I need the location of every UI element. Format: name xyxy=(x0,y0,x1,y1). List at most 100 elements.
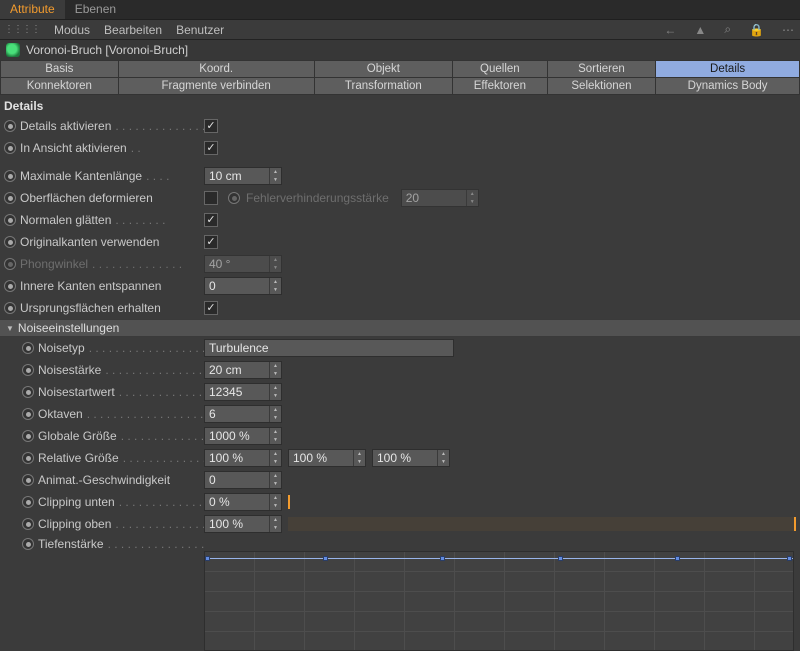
attribute-tabs: Basis Koord. Objekt Quellen Sortieren De… xyxy=(0,60,800,95)
globale-groesse-input[interactable]: 1000 % xyxy=(204,427,282,445)
param-radio-icon[interactable] xyxy=(4,120,16,132)
spinner-icon[interactable] xyxy=(269,168,281,184)
param-label: Globale Größe xyxy=(38,429,117,443)
tab-transformation[interactable]: Transformation xyxy=(314,78,452,95)
originalkanten-checkbox[interactable] xyxy=(204,235,218,249)
search-icon[interactable]: ⌕ xyxy=(722,22,733,37)
menu-modus[interactable]: Modus xyxy=(54,23,90,37)
param-label: Innere Kanten entspannen xyxy=(20,279,161,293)
tab-quellen[interactable]: Quellen xyxy=(453,61,548,78)
param-radio-icon[interactable] xyxy=(4,280,16,292)
param-label: Noisestärke xyxy=(38,363,101,377)
param-radio-icon[interactable] xyxy=(4,170,16,182)
spinner-icon[interactable] xyxy=(269,494,281,510)
tab-ebenen[interactable]: Ebenen xyxy=(65,0,126,19)
ansicht-aktivieren-checkbox[interactable] xyxy=(204,141,218,155)
param-radio-icon[interactable] xyxy=(4,142,16,154)
spinner-icon[interactable] xyxy=(437,450,449,466)
param-label: Noisestartwert xyxy=(38,385,115,399)
param-radio-icon[interactable] xyxy=(4,236,16,248)
clipping-oben-input[interactable]: 100 % xyxy=(204,515,282,533)
spinner-icon[interactable] xyxy=(269,384,281,400)
param-label: Details aktivieren xyxy=(20,119,111,133)
back-icon[interactable]: ← xyxy=(662,23,678,37)
param-radio-icon xyxy=(4,258,16,270)
tiefenstaerke-graph[interactable]: 0.8 0.6 0.4 xyxy=(204,551,794,651)
tab-fragmente[interactable]: Fragmente verbinden xyxy=(118,78,314,95)
voronoi-icon xyxy=(6,43,20,57)
section-title: Details xyxy=(0,95,800,115)
noisestaerke-input[interactable]: 20 cm xyxy=(204,361,282,379)
oktaven-input[interactable]: 6 xyxy=(204,405,282,423)
lock-icon[interactable]: 🔒 xyxy=(747,23,766,37)
param-radio-icon[interactable] xyxy=(22,518,34,530)
tab-basis[interactable]: Basis xyxy=(1,61,119,78)
noise-group-title: Noiseeinstellungen xyxy=(18,321,119,335)
more-icon[interactable]: ⋯ xyxy=(780,23,796,37)
param-radio-icon[interactable] xyxy=(4,302,16,314)
noise-group-header[interactable]: ▼ Noiseeinstellungen xyxy=(0,319,800,337)
tab-details[interactable]: Details xyxy=(656,61,800,78)
up-arrow-icon[interactable]: ▲ xyxy=(692,23,708,37)
param-radio-icon xyxy=(228,192,240,204)
tab-selektionen[interactable]: Selektionen xyxy=(547,78,656,95)
details-aktivieren-checkbox[interactable] xyxy=(204,119,218,133)
tab-sortieren[interactable]: Sortieren xyxy=(547,61,656,78)
spinner-icon[interactable] xyxy=(353,450,365,466)
param-label: Phongwinkel xyxy=(20,257,88,271)
param-label: Tiefenstärke xyxy=(38,537,104,551)
tab-effektoren[interactable]: Effektoren xyxy=(453,78,548,95)
param-label: Oberflächen deformieren xyxy=(20,191,153,205)
anim-speed-input[interactable]: 0 xyxy=(204,471,282,489)
relative-groesse-y-input[interactable]: 100 % xyxy=(288,449,366,467)
clipping-oben-slider[interactable] xyxy=(288,515,796,533)
param-radio-icon[interactable] xyxy=(22,452,34,464)
param-radio-icon[interactable] xyxy=(22,386,34,398)
param-radio-icon[interactable] xyxy=(22,364,34,376)
disclosure-triangle-icon: ▼ xyxy=(6,324,14,333)
param-label: Relative Größe xyxy=(38,451,119,465)
innere-kanten-input[interactable]: 0 xyxy=(204,277,282,295)
param-radio-icon[interactable] xyxy=(22,538,34,550)
ursprung-checkbox[interactable] xyxy=(204,301,218,315)
param-radio-icon[interactable] xyxy=(4,214,16,226)
param-radio-icon[interactable] xyxy=(22,496,34,508)
spinner-icon xyxy=(466,190,478,206)
param-radio-icon[interactable] xyxy=(22,474,34,486)
grip-icon: ⋮⋮⋮⋮ xyxy=(4,24,40,35)
param-label: Normalen glätten xyxy=(20,213,111,227)
spinner-icon[interactable] xyxy=(269,278,281,294)
param-radio-icon[interactable] xyxy=(22,430,34,442)
spinner-icon[interactable] xyxy=(269,472,281,488)
normalen-glaetten-checkbox[interactable] xyxy=(204,213,218,227)
max-kantenlaenge-input[interactable]: 10 cm xyxy=(204,167,282,185)
spinner-icon[interactable] xyxy=(269,450,281,466)
fehler-input: 20 xyxy=(401,189,479,207)
tab-attribute[interactable]: Attribute xyxy=(0,0,65,19)
relative-groesse-z-input[interactable]: 100 % xyxy=(372,449,450,467)
relative-groesse-x-input[interactable]: 100 % xyxy=(204,449,282,467)
tab-objekt[interactable]: Objekt xyxy=(314,61,452,78)
param-radio-icon[interactable] xyxy=(22,408,34,420)
spinner-icon[interactable] xyxy=(269,362,281,378)
clipping-unten-slider[interactable] xyxy=(288,493,796,511)
spinner-icon[interactable] xyxy=(269,428,281,444)
tab-konnektoren[interactable]: Konnektoren xyxy=(1,78,119,95)
tab-koord[interactable]: Koord. xyxy=(118,61,314,78)
tab-dynamics[interactable]: Dynamics Body xyxy=(656,78,800,95)
param-label: Oktaven xyxy=(38,407,83,421)
param-label: Ursprungsflächen erhalten xyxy=(20,301,161,315)
param-label: In Ansicht aktivieren xyxy=(20,141,127,155)
spinner-icon[interactable] xyxy=(269,406,281,422)
menu-bearbeiten[interactable]: Bearbeiten xyxy=(104,23,162,37)
menu-benutzer[interactable]: Benutzer xyxy=(176,23,224,37)
oberflaechen-deformieren-checkbox[interactable] xyxy=(204,191,218,205)
param-label: Fehlerverhinderungsstärke xyxy=(246,191,389,205)
param-radio-icon[interactable] xyxy=(22,342,34,354)
param-radio-icon[interactable] xyxy=(4,192,16,204)
spinner-icon[interactable] xyxy=(269,516,281,532)
noisestartwert-input[interactable]: 12345 xyxy=(204,383,282,401)
clipping-unten-input[interactable]: 0 % xyxy=(204,493,282,511)
noisetyp-combo[interactable]: Turbulence xyxy=(204,339,454,357)
param-label: Animat.-Geschwindigkeit xyxy=(38,473,170,487)
